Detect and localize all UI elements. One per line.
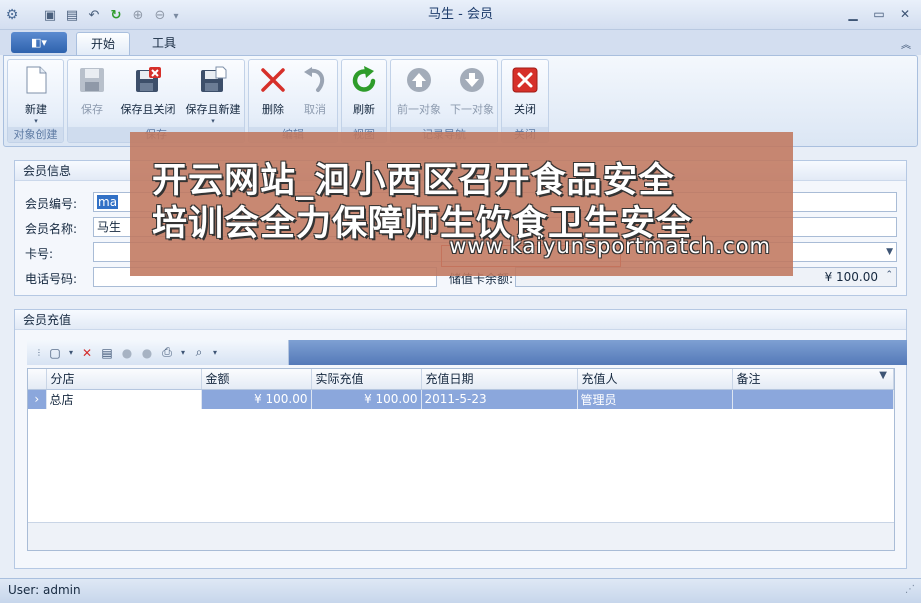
qat-save-icon[interactable]: ▣ xyxy=(40,6,60,26)
toolbar-grip-icon: ⋮ xyxy=(35,348,43,357)
tab-tools[interactable]: 工具 xyxy=(138,32,190,55)
cell-note[interactable] xyxy=(732,389,894,409)
table-row[interactable]: › 总店 ¥ 100.00 ¥ 100.00 2011-5-23 管理员 xyxy=(28,389,894,409)
cell-date[interactable]: 2011-5-23 xyxy=(421,389,578,409)
member-name-label: 会员名称: xyxy=(25,222,78,236)
chevron-down-icon[interactable]: ▾ xyxy=(211,348,219,357)
close-window-icon[interactable]: ✕ xyxy=(895,4,915,24)
column-filter-icon[interactable]: ▼ xyxy=(879,370,887,381)
previous-object-button[interactable]: 前一对象 xyxy=(393,63,445,125)
collapse-ribbon-icon[interactable]: ︽ xyxy=(901,36,911,51)
save-icon xyxy=(80,68,104,92)
member-recharge-panel: 会员充值 ⋮ ▢ ▾ ✕ ▤ ● ● ⎙ ▾ ⌕ ▾ 分店 金额 实际充值 充值… xyxy=(14,309,907,569)
column-header-amount[interactable]: 金额 xyxy=(201,369,312,390)
status-bar: User: admin ⋰ xyxy=(0,578,921,603)
status-user: User: admin xyxy=(8,583,81,597)
recharge-grid: 分店 金额 实际充值 充值日期 充值人 备注 ▼ › 总店 ¥ 100.00 ¥ … xyxy=(27,368,895,551)
chevron-down-icon[interactable]: ▾ xyxy=(179,348,187,357)
cell-actual[interactable]: ¥ 100.00 xyxy=(311,389,422,409)
grid-footer xyxy=(28,522,894,550)
title-bar: ⚙ ▣ ▤ ↶ ↻ ⊕ ⊖ ▾ 马生 - 会员 ▁ ▭ ✕ xyxy=(0,0,921,30)
group-object-create: 新建 ▾ 对象创建 xyxy=(7,59,64,143)
refresh-icon xyxy=(352,66,376,92)
refresh-button[interactable]: 刷新 xyxy=(345,63,383,125)
group-close: 关闭 关闭 xyxy=(501,59,549,143)
chevron-down-icon[interactable]: ▾ xyxy=(67,348,75,357)
arrow-up-icon xyxy=(407,68,431,92)
row-indicator-icon: › xyxy=(28,389,47,409)
new-document-icon xyxy=(26,66,47,94)
undo-icon xyxy=(304,67,325,92)
minimize-icon[interactable]: ▁ xyxy=(843,4,863,24)
cell-amount[interactable]: ¥ 100.00 xyxy=(201,389,312,409)
grid-next-icon[interactable]: ● xyxy=(139,346,155,360)
panel-title: 会员充值 xyxy=(15,310,906,330)
group-save: 保存 保存且关闭 保存且新建 ▾ 保存 xyxy=(67,59,245,143)
column-header-operator[interactable]: 充值人 xyxy=(577,369,733,390)
recharge-table: 分店 金额 实际充值 充值日期 充值人 备注 ▼ › 总店 ¥ 100.00 ¥ … xyxy=(28,369,894,409)
watermark-url: www.kaiyunsportmatch.com xyxy=(449,234,771,258)
group-record-navigation: 前一对象 下一对象 记录导航 xyxy=(390,59,498,143)
card-no-label: 卡号: xyxy=(25,247,54,261)
delete-x-icon xyxy=(261,68,285,92)
qat-save-close-icon[interactable]: ▤ xyxy=(62,6,82,26)
save-and-close-button[interactable]: 保存且关闭 xyxy=(116,63,180,125)
save-button[interactable]: 保存 xyxy=(72,63,112,125)
delete-record-icon[interactable]: ✕ xyxy=(79,346,95,360)
grid-previous-icon[interactable]: ● xyxy=(119,346,135,360)
application-menu-button[interactable]: ◧▾ xyxy=(11,32,67,53)
cell-operator[interactable]: 管理员 xyxy=(577,389,733,409)
grid-search-icon[interactable]: ⌕ xyxy=(191,345,207,360)
member-no-label: 会员编号: xyxy=(25,197,78,211)
window-controls: ▁ ▭ ✕ xyxy=(843,4,915,24)
cancel-button[interactable]: 取消 xyxy=(295,63,335,125)
ribbon-tab-row: ◧▾ 开始 工具 ︽ xyxy=(0,30,921,55)
quick-access-toolbar: ▣ ▤ ↶ ↻ ⊕ ⊖ ▾ xyxy=(40,5,180,27)
column-header-date[interactable]: 充值日期 xyxy=(421,369,578,390)
qat-customize-icon[interactable]: ▾ xyxy=(172,11,180,22)
delete-button[interactable]: 删除 xyxy=(253,63,293,125)
column-header-actual[interactable]: 实际充值 xyxy=(311,369,422,390)
new-button[interactable]: 新建 ▾ xyxy=(12,63,60,125)
chevron-down-icon[interactable]: ▼ xyxy=(886,243,893,261)
save-and-close-icon xyxy=(136,67,161,92)
resize-grip-icon[interactable]: ⋰ xyxy=(905,584,915,595)
grid-export-icon[interactable]: ⎙ xyxy=(159,345,175,360)
tab-start[interactable]: 开始 xyxy=(76,32,131,55)
qat-refresh-icon[interactable]: ↻ xyxy=(106,6,126,26)
save-and-new-icon xyxy=(201,66,227,92)
group-edit: 删除 取消 编辑 xyxy=(248,59,338,143)
qat-previous-icon[interactable]: ⊕ xyxy=(128,6,148,26)
column-header-note[interactable]: 备注 ▼ xyxy=(732,369,894,390)
app-settings-icon[interactable]: ⚙ xyxy=(4,7,20,23)
row-indicator-header xyxy=(28,369,47,390)
close-red-icon xyxy=(512,67,538,93)
column-header-branch[interactable]: 分店 xyxy=(46,369,202,390)
next-object-button[interactable]: 下一对象 xyxy=(446,63,498,125)
grid-toolbar-buttons: ⋮ ▢ ▾ ✕ ▤ ● ● ⎙ ▾ ⌕ ▾ xyxy=(27,340,289,365)
watermark-banner: 开云网站_洄小西区召开食品安全 培训会全力保障师生饮食卫生安全 www.kaiy… xyxy=(130,132,793,276)
new-record-icon[interactable]: ▢ xyxy=(47,346,63,360)
grid-toolbar: ⋮ ▢ ▾ ✕ ▤ ● ● ⎙ ▾ ⌕ ▾ xyxy=(27,340,907,365)
grid-edit-icon[interactable]: ▤ xyxy=(99,346,115,360)
qat-undo-icon[interactable]: ↶ xyxy=(84,6,104,26)
phone-label: 电话号码: xyxy=(25,272,78,286)
group-view: 刷新 视图 xyxy=(341,59,387,143)
qat-next-icon[interactable]: ⊖ xyxy=(150,6,170,26)
table-header-row: 分店 金额 实际充值 充值日期 充值人 备注 ▼ xyxy=(28,369,894,390)
cell-branch[interactable]: 总店 xyxy=(46,389,202,409)
group-label: 对象创建 xyxy=(8,127,63,142)
maximize-icon[interactable]: ▭ xyxy=(869,4,889,24)
save-and-new-button[interactable]: 保存且新建 ▾ xyxy=(182,63,244,125)
close-button[interactable]: 关闭 xyxy=(506,63,544,125)
arrow-down-icon xyxy=(460,68,484,92)
spin-up-icon[interactable]: ⌃ xyxy=(885,266,893,284)
